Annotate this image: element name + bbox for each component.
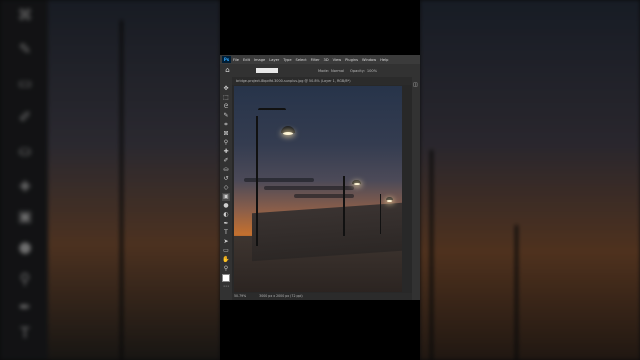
stamp-icon[interactable]: ⛀: [222, 166, 230, 174]
cloud: [244, 178, 314, 182]
bg-tool-icon: ✎: [18, 40, 32, 58]
lamp-arm: [258, 108, 286, 110]
move-icon[interactable]: ✥: [222, 85, 230, 93]
lasso-icon[interactable]: ᘓ: [222, 103, 230, 111]
menu-view[interactable]: View: [333, 58, 342, 62]
bg-tool-icon: ●: [18, 238, 32, 256]
bg-tool-icon: ▭: [17, 74, 33, 92]
brush-icon[interactable]: ✐: [222, 157, 230, 165]
menu-image[interactable]: Image: [254, 58, 265, 62]
menu-file[interactable]: File: [233, 58, 239, 62]
bg-tool-icon: ✐: [18, 108, 32, 126]
eyedropper-icon[interactable]: ⚲: [222, 139, 230, 147]
bg-tool-icon: ◈: [19, 176, 31, 194]
lamp-post: [380, 194, 382, 234]
opacity-label: Opacity:: [350, 68, 365, 73]
type-icon[interactable]: T: [222, 229, 230, 237]
background-left: ⌘ ✎ ▭ ✐ ⛀ ◈ ▣ ● ⚲ ✒ T: [0, 0, 220, 360]
lamp-light: [283, 132, 293, 135]
document-info: 3000 px x 2000 px (72 ppi): [259, 294, 303, 298]
dodge-icon[interactable]: ◐: [222, 211, 230, 219]
crop-icon[interactable]: ⌗: [222, 121, 230, 129]
mode-label: Mode:: [318, 68, 330, 73]
photoshop-window: Ps File Edit Image Layer Type Select Fil…: [220, 0, 420, 360]
bg-tool-icon: ⚲: [19, 270, 31, 288]
menu-layer[interactable]: Layer: [269, 58, 279, 62]
pen-icon[interactable]: ✒: [222, 220, 230, 228]
more-tools-icon[interactable]: ⋯: [222, 283, 230, 291]
cloud: [294, 194, 354, 198]
bg-lamp-pole: [515, 225, 518, 360]
options-bar: ⌂ Mode: Normal Opacity: 100%: [220, 64, 420, 77]
bg-tool-icon: ✒: [18, 298, 32, 316]
right-panel-strip: ◫: [412, 77, 420, 300]
bg-tool-icon: ⌘: [17, 6, 33, 24]
gradient-icon[interactable]: ▣: [222, 193, 230, 201]
gradient-preset-swatch[interactable]: [256, 68, 278, 73]
lamp-post: [256, 116, 258, 246]
lamp-light: [354, 183, 360, 185]
eraser-icon[interactable]: ◇: [222, 184, 230, 192]
lamp-light: [387, 200, 392, 202]
lamp-post: [343, 176, 345, 236]
bg-tool-icon: ▣: [17, 207, 33, 225]
history-brush-icon[interactable]: ↺: [222, 175, 230, 183]
tools-panel: ✥ ⬚ ᘓ ✎ ⌗ ⊠ ⚲ ✚ ✐ ⛀ ↺ ◇ ▣ ● ◐ ✒ T ➤ ▭ ✋ …: [220, 77, 232, 300]
status-bar: 50.79% 3000 px x 2000 px (72 ppi): [232, 293, 412, 300]
blur-icon[interactable]: ●: [222, 202, 230, 210]
bg-photo-pane: [48, 0, 220, 360]
menu-filter[interactable]: Filter: [311, 58, 320, 62]
quick-select-icon[interactable]: ✎: [222, 112, 230, 120]
opacity-field[interactable]: 100%: [367, 69, 377, 73]
frame-icon[interactable]: ⊠: [222, 130, 230, 138]
home-icon[interactable]: ⌂: [223, 66, 232, 75]
menu-help[interactable]: Help: [380, 58, 388, 62]
photoshop-logo: Ps: [222, 56, 231, 63]
menu-select[interactable]: Select: [296, 58, 307, 62]
document-canvas-photo[interactable]: [234, 86, 402, 292]
marquee-icon[interactable]: ⬚: [222, 94, 230, 102]
bg-tool-icon: T: [20, 324, 30, 342]
path-select-icon[interactable]: ➤: [222, 238, 230, 246]
zoom-level[interactable]: 50.79%: [234, 294, 246, 298]
document-tab[interactable]: bridge-project-8bpdfd.3000-sunplus.jpg @…: [232, 77, 412, 85]
hand-icon[interactable]: ✋: [222, 256, 230, 264]
mode-select[interactable]: Normal: [331, 69, 344, 73]
shape-icon[interactable]: ▭: [222, 247, 230, 255]
zoom-icon[interactable]: ⚲: [222, 265, 230, 273]
menu-bar: Ps File Edit Image Layer Type Select Fil…: [220, 55, 420, 64]
menu-3d[interactable]: 3D: [324, 58, 329, 62]
background-right: [420, 0, 640, 360]
menu-edit[interactable]: Edit: [243, 58, 250, 62]
bg-lamp-pole: [430, 150, 433, 360]
menu-type[interactable]: Type: [283, 58, 291, 62]
menu-plugins[interactable]: Plugins: [345, 58, 358, 62]
layers-icon[interactable]: ◫: [413, 82, 419, 88]
menu-window[interactable]: Window: [362, 58, 376, 62]
foreground-color-swatch[interactable]: [222, 274, 230, 282]
bg-tool-icon: ⛀: [18, 142, 32, 160]
bg-lamp-pole: [120, 20, 123, 360]
healing-icon[interactable]: ✚: [222, 148, 230, 156]
cloud: [264, 186, 354, 190]
